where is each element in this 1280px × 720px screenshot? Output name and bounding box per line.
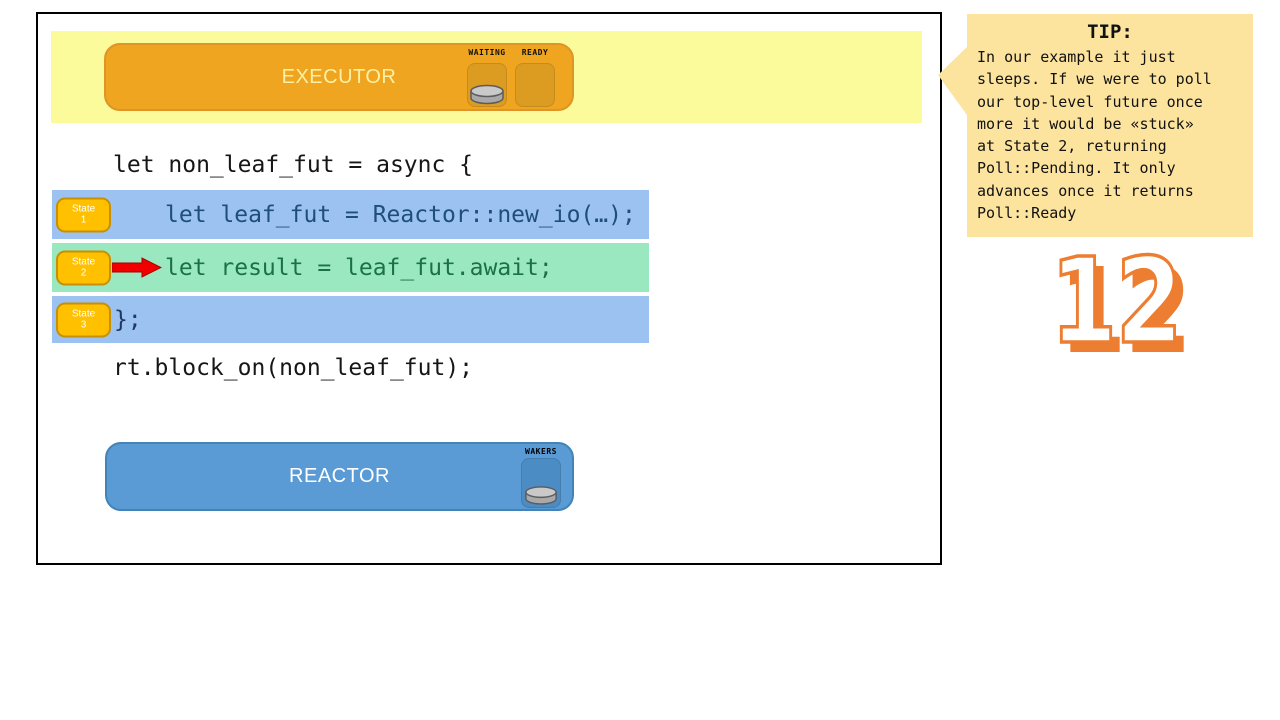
slide-number: 12 — [1050, 242, 1181, 360]
state-1-badge: State 1 — [56, 197, 111, 232]
state-3-badge: State 3 — [56, 302, 111, 337]
tip-title: TIP: — [967, 14, 1253, 43]
ready-slot-label: READY — [515, 48, 555, 57]
tip-body: In our example it just sleeps. If we wer… — [967, 43, 1253, 224]
code-line-state-1: let leaf_fut = Reactor::new_io(…); — [52, 202, 636, 228]
badge-word: State — [72, 257, 95, 268]
ready-slot — [515, 63, 555, 107]
reactor-title: REACTOR — [107, 444, 572, 509]
badge-word: State — [72, 204, 95, 215]
diagram-frame: EXECUTOR WAITING READY let non_leaf_fut … — [36, 12, 942, 565]
badge-number: 1 — [81, 215, 87, 226]
waiting-slot — [467, 63, 507, 107]
wakers-slot — [521, 458, 561, 508]
waiting-slot-label: WAITING — [467, 48, 507, 57]
badge-number: 2 — [81, 268, 87, 279]
executor-box: EXECUTOR WAITING READY — [104, 43, 574, 111]
state-row-1: State 1 let leaf_fut = Reactor::new_io(…… — [52, 190, 649, 239]
code-line-block-on: rt.block_on(non_leaf_fut); — [113, 355, 473, 381]
wakers-slot-label: WAKERS — [521, 447, 561, 456]
callout-tail — [938, 47, 967, 115]
badge-number: 3 — [81, 320, 87, 331]
badge-word: State — [72, 309, 95, 320]
code-line-async-open: let non_leaf_fut = async { — [113, 152, 473, 178]
reactor-box: REACTOR WAKERS — [105, 442, 574, 511]
executor-strip: EXECUTOR WAITING READY — [51, 31, 922, 123]
tip-callout: TIP: In our example it just sleeps. If w… — [967, 14, 1253, 237]
state-2-badge: State 2 — [56, 250, 111, 285]
queue-cylinder-icon — [469, 82, 505, 106]
state-row-2: State 2 let result = leaf_fut.await; — [52, 243, 649, 292]
current-state-arrow-icon — [112, 257, 162, 278]
state-row-3: State 3 }; — [52, 296, 649, 343]
queue-cylinder-icon — [524, 483, 558, 507]
